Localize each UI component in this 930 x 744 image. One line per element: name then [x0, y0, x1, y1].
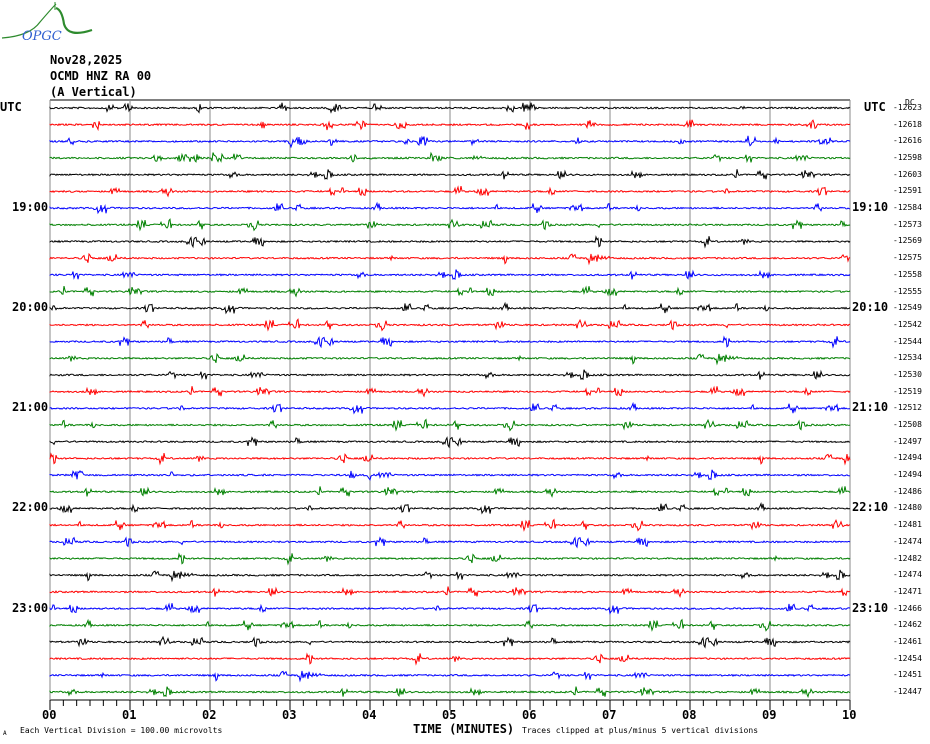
dc-offset-label: -12461	[893, 636, 922, 646]
dc-offset-label: -12542	[893, 319, 922, 329]
x-tick-label: 08	[682, 708, 697, 722]
x-tick-label: 10	[842, 708, 857, 722]
dc-offset-label: -12584	[893, 203, 922, 213]
left-time-label: 20:00	[12, 300, 49, 315]
dc-offset-label: -12447	[893, 687, 922, 696]
corner-mark: A	[3, 730, 7, 737]
x-tick-label: 07	[602, 708, 617, 722]
x-axis-title: TIME (MINUTES)	[413, 722, 515, 736]
x-tick-label: 05	[442, 708, 457, 722]
x-tick-label: 04	[362, 708, 377, 722]
dc-offset-label: -12534	[893, 353, 922, 363]
left-time-label: 22:00	[12, 500, 49, 515]
dc-offset-label: -12558	[893, 269, 922, 279]
helicorder-plot	[49, 99, 851, 710]
dc-offset-label: -12451	[893, 670, 922, 680]
x-tick-label: 00	[42, 708, 57, 722]
dc-offset-label: -12474	[893, 536, 922, 546]
dc-offset-label: -12555	[893, 286, 922, 296]
dc-offset-label: -12466	[893, 603, 922, 613]
clip-note: Traces clipped at plus/minus 5 vertical …	[522, 726, 759, 735]
left-time-label: 19:00	[12, 200, 49, 215]
right-time-label: 22:10	[852, 500, 889, 515]
dc-offset-label: -12618	[893, 119, 922, 129]
x-tick-label: 06	[522, 708, 537, 722]
dc-offset-label: -12575	[893, 253, 922, 263]
dc-offset-label: -12549	[893, 303, 922, 313]
dc-offset-label: -12623	[893, 103, 922, 112]
dc-offset-label: -12573	[893, 219, 922, 229]
dc-offset-label: -12519	[893, 386, 922, 396]
dc-offset-label: -12454	[893, 653, 922, 663]
dc-offset-label: -12598	[893, 153, 922, 163]
dc-offset-label: -12530	[893, 369, 922, 379]
dc-offset-label: -12569	[893, 236, 922, 246]
dc-offset-label: -12482	[893, 553, 922, 563]
dc-offset-label: -12462	[893, 620, 922, 630]
dc-offset-label: -12616	[893, 136, 922, 146]
x-tick-label: 09	[762, 708, 777, 722]
x-tick-label: 03	[282, 708, 297, 722]
dc-offset-label: -12494	[893, 470, 922, 480]
x-tick-label: 01	[122, 708, 137, 722]
right-time-label: 23:10	[852, 600, 889, 615]
dc-offset-label: -12508	[893, 420, 922, 430]
dc-offset-label: -12544	[893, 336, 922, 346]
dc-offset-label: -12494	[893, 453, 922, 463]
left-time-label: 23:00	[12, 600, 49, 615]
dc-offset-label: -12591	[893, 186, 922, 196]
right-time-label: 21:10	[852, 400, 889, 415]
dc-offset-label: -12481	[893, 520, 922, 530]
dc-offset-label: -12486	[893, 486, 922, 496]
dc-offset-label: -12474	[893, 570, 922, 580]
dc-offset-label: -12497	[893, 436, 922, 446]
right-time-label: 20:10	[852, 300, 889, 315]
scale-note: Each Vertical Division = 100.00 microvol…	[20, 726, 223, 735]
left-time-label: 21:00	[12, 400, 49, 415]
dc-offset-label: -12480	[893, 503, 922, 513]
right-time-label: 19:10	[852, 200, 889, 215]
dc-offset-label: -12471	[893, 586, 922, 596]
dc-offset-label: -12512	[893, 403, 922, 413]
dc-offset-label: -12603	[893, 169, 922, 179]
x-tick-label: 02	[202, 708, 217, 722]
